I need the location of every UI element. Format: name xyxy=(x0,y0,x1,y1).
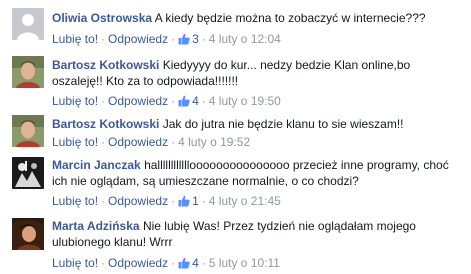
comment-body: Bartosz Kotkowski Kiedyyyy do kur... ned… xyxy=(52,57,463,89)
thumbs-up-icon xyxy=(178,95,190,107)
comment-author-link[interactable]: Bartosz Kotkowski xyxy=(52,117,159,131)
reply-link[interactable]: Odpowiedz xyxy=(108,256,168,270)
avatar[interactable] xyxy=(12,8,44,40)
timestamp[interactable]: 4 luty o 12:04 xyxy=(209,32,281,46)
comment-author-link[interactable]: Marta Adzińska xyxy=(52,219,140,233)
timestamp[interactable]: 4 luty o 19:52 xyxy=(178,135,250,149)
default-avatar-icon xyxy=(12,8,44,40)
profile-photo-icon xyxy=(12,115,44,147)
comment-actions: Lubię to! · Odpowiedz · 4 · 4 luty o 19:50 xyxy=(52,94,281,108)
profile-photo-icon xyxy=(12,157,44,189)
avatar[interactable] xyxy=(12,218,44,250)
like-link[interactable]: Lubię to! xyxy=(52,194,98,208)
timestamp[interactable]: 5 luty o 10:11 xyxy=(209,256,280,270)
comment-text: Jak do jutra nie będzie klanu to sie wie… xyxy=(162,117,404,131)
timestamp[interactable]: 4 luty o 19:50 xyxy=(209,94,281,108)
thumbs-up-icon xyxy=(178,33,190,45)
comment-body: Marcin Janczak hallllllllllllooooooooooo… xyxy=(52,157,463,189)
timestamp[interactable]: 4 luty o 21:45 xyxy=(209,194,281,208)
comment-author-link[interactable]: Marcin Janczak xyxy=(52,158,141,172)
avatar[interactable] xyxy=(12,56,44,88)
like-link[interactable]: Lubię to! xyxy=(52,256,98,270)
comment-actions: Lubię to! · Odpowiedz · 3 · 4 luty o 12:04 xyxy=(52,32,281,46)
avatar[interactable] xyxy=(12,115,44,147)
profile-photo-icon xyxy=(12,56,44,88)
like-link[interactable]: Lubię to! xyxy=(52,135,98,149)
comment-body: Bartosz Kotkowski Jak do jutra nie będzi… xyxy=(52,116,463,132)
like-count[interactable]: 3 xyxy=(178,32,199,46)
like-count[interactable]: 4 xyxy=(178,94,199,108)
comment-author-link[interactable]: Oliwia Ostrowska xyxy=(52,11,152,25)
reply-link[interactable]: Odpowiedz xyxy=(108,135,168,149)
reply-link[interactable]: Odpowiedz xyxy=(108,32,168,46)
thumbs-up-icon xyxy=(178,257,190,269)
reply-link[interactable]: Odpowiedz xyxy=(108,94,168,108)
profile-photo-icon xyxy=(12,218,44,250)
comment-actions: Lubię to! · Odpowiedz · 4 · 5 luty o 10:11 xyxy=(52,256,280,270)
comment-text: A kiedy będzie można to zobaczyć w inter… xyxy=(154,11,426,25)
comment-actions: Lubię to! · Odpowiedz · 4 luty o 19:52 xyxy=(52,135,251,149)
thumbs-up-icon xyxy=(178,195,190,207)
comment-body: Marta Adzińska Nie lubię Was! Przez tydz… xyxy=(52,218,463,250)
like-link[interactable]: Lubię to! xyxy=(52,32,98,46)
comment-body: Oliwia Ostrowska A kiedy będzie można to… xyxy=(52,10,463,26)
comment-actions: Lubię to! · Odpowiedz · 1 · 4 luty o 21:45 xyxy=(52,194,281,208)
reply-link[interactable]: Odpowiedz xyxy=(108,194,168,208)
like-link[interactable]: Lubię to! xyxy=(52,94,98,108)
like-count[interactable]: 4 xyxy=(178,256,199,270)
like-count[interactable]: 1 xyxy=(178,194,199,208)
comment-author-link[interactable]: Bartosz Kotkowski xyxy=(52,58,159,72)
avatar[interactable] xyxy=(12,157,44,189)
